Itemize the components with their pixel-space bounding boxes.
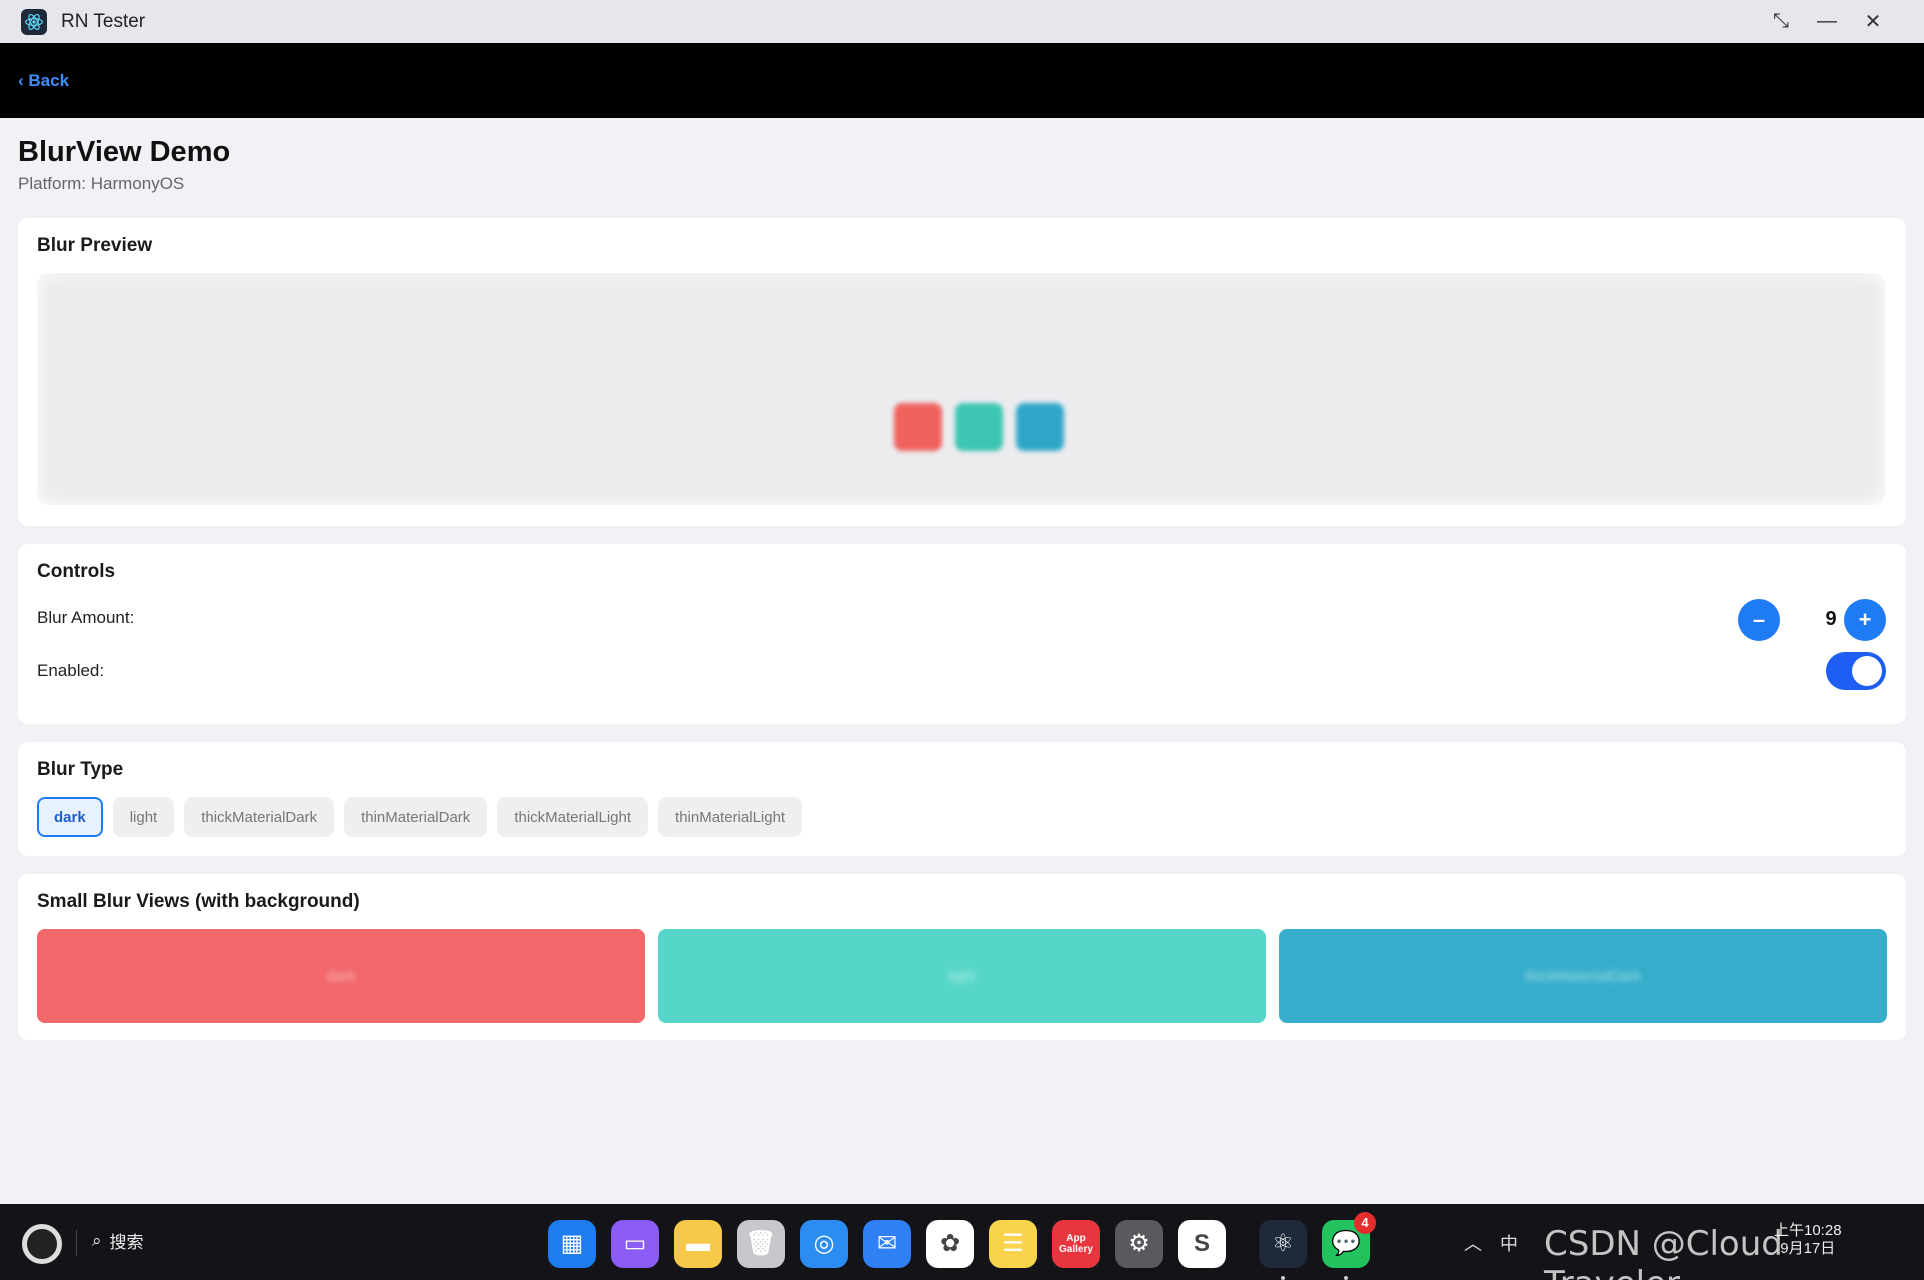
blur-type-thin-material-light-chip[interactable]: thinMaterialLight [658, 797, 803, 837]
blur-type-card: Blur Type dark light thickMaterialDark t… [18, 742, 1906, 856]
preview-blue-square [1016, 403, 1064, 451]
blur-type-thick-material-dark-chip[interactable]: thickMaterialDark [184, 797, 335, 837]
system-tray: ︿ 中 上午10:28 9月17日 CSDN @Cloud Traveler [1444, 1204, 1924, 1280]
blur-type-light-chip[interactable]: light [112, 797, 175, 837]
blur-type-dark-chip[interactable]: dark [37, 797, 103, 837]
system-taskbar: ⌕ 搜索 ▦ ▭ ▬ 🗑 ◎ ✉ ✿ ☰ App Gallery ⚙ S ⚛ 💬 4 ︿ 中 上午10:2… [0, 1204, 1924, 1280]
notes-icon[interactable]: ☰ [989, 1220, 1037, 1268]
page-title: BlurView Demo [18, 136, 231, 168]
close-window-button[interactable]: ✕ [1850, 0, 1896, 43]
gallery-icon[interactable]: ✿ [926, 1220, 974, 1268]
restore-window-button[interactable]: ⤡ [1758, 0, 1804, 43]
small-blur-view-thick-material-dark: thickMaterialDark [1279, 929, 1887, 1023]
small-blur-view-label: light [948, 967, 976, 985]
preview-teal-square [955, 403, 1003, 451]
mail-icon[interactable]: ✉ [863, 1220, 911, 1268]
blur-preview-area [37, 273, 1885, 505]
enabled-toggle[interactable] [1826, 652, 1886, 690]
trash-icon[interactable]: 🗑 [737, 1220, 785, 1268]
toggle-knob [1852, 656, 1882, 686]
wechat-icon[interactable]: 💬 4 [1322, 1212, 1376, 1280]
search-label: 搜索 [109, 1233, 144, 1252]
decrease-blur-button[interactable]: – [1738, 599, 1780, 641]
react-logo-icon [21, 8, 47, 35]
app-gallery-icon[interactable]: App Gallery [1052, 1220, 1100, 1268]
notification-badge: 4 [1354, 1212, 1376, 1234]
settings-icon[interactable]: ⚙ [1115, 1220, 1163, 1268]
codearts-icon[interactable]: S [1178, 1220, 1226, 1268]
start-button[interactable] [22, 1224, 62, 1264]
rn-tester-icon[interactable]: ⚛ [1259, 1220, 1307, 1280]
folder-icon[interactable]: ▬ [674, 1220, 722, 1268]
search-icon: ⌕ [92, 1230, 102, 1250]
controls-title: Controls [37, 561, 116, 582]
blur-type-options: dark light thickMaterialDark thinMateria… [37, 797, 803, 837]
blur-type-thin-material-dark-chip[interactable]: thinMaterialDark [344, 797, 488, 837]
small-blur-view-label: dark [326, 967, 356, 985]
taskbar-search[interactable]: ⌕ 搜索 [92, 1228, 144, 1253]
app-center-icon[interactable]: ▦ [548, 1220, 596, 1268]
blur-preview-title: Blur Preview [37, 235, 153, 256]
small-blur-view-light: light [658, 929, 1266, 1023]
input-method-icon[interactable]: 中 [1500, 1230, 1518, 1256]
small-blur-views-title: Small Blur Views (with background) [37, 891, 360, 912]
blur-type-thick-material-light-chip[interactable]: thickMaterialLight [497, 797, 649, 837]
watermark-text: CSDN @Cloud Traveler [1544, 1224, 1783, 1280]
window-titlebar: RN Tester ⤡ — ✕ [0, 0, 1924, 43]
blur-type-title: Blur Type [37, 759, 124, 780]
preview-red-square [894, 403, 942, 451]
blur-amount-label: Blur Amount: [37, 608, 135, 627]
increase-blur-button[interactable]: + [1844, 599, 1886, 641]
running-indicator [1281, 1276, 1285, 1280]
blur-preview-card: Blur Preview [18, 218, 1906, 526]
controls-card: Controls Blur Amount: – 9 + Enabled: [18, 544, 1906, 724]
chevron-up-icon[interactable]: ︿ [1464, 1230, 1482, 1256]
minimize-window-button[interactable]: — [1804, 0, 1850, 43]
back-button[interactable]: ‹ Back [18, 71, 69, 91]
navigation-bar: ‹ Back [0, 43, 1924, 118]
taskbar-divider [76, 1230, 77, 1256]
files-icon[interactable]: ▭ [611, 1220, 659, 1268]
small-blur-view-label: thickMaterialDark [1525, 967, 1641, 985]
browser-icon[interactable]: ◎ [800, 1220, 848, 1268]
small-blur-view-dark: dark [37, 929, 645, 1023]
running-indicator [1344, 1276, 1348, 1280]
window-title: RN Tester [61, 10, 146, 32]
enabled-label: Enabled: [37, 661, 105, 680]
small-blur-views-card: Small Blur Views (with background) dark … [18, 874, 1906, 1040]
platform-label: Platform: HarmonyOS [18, 174, 185, 193]
